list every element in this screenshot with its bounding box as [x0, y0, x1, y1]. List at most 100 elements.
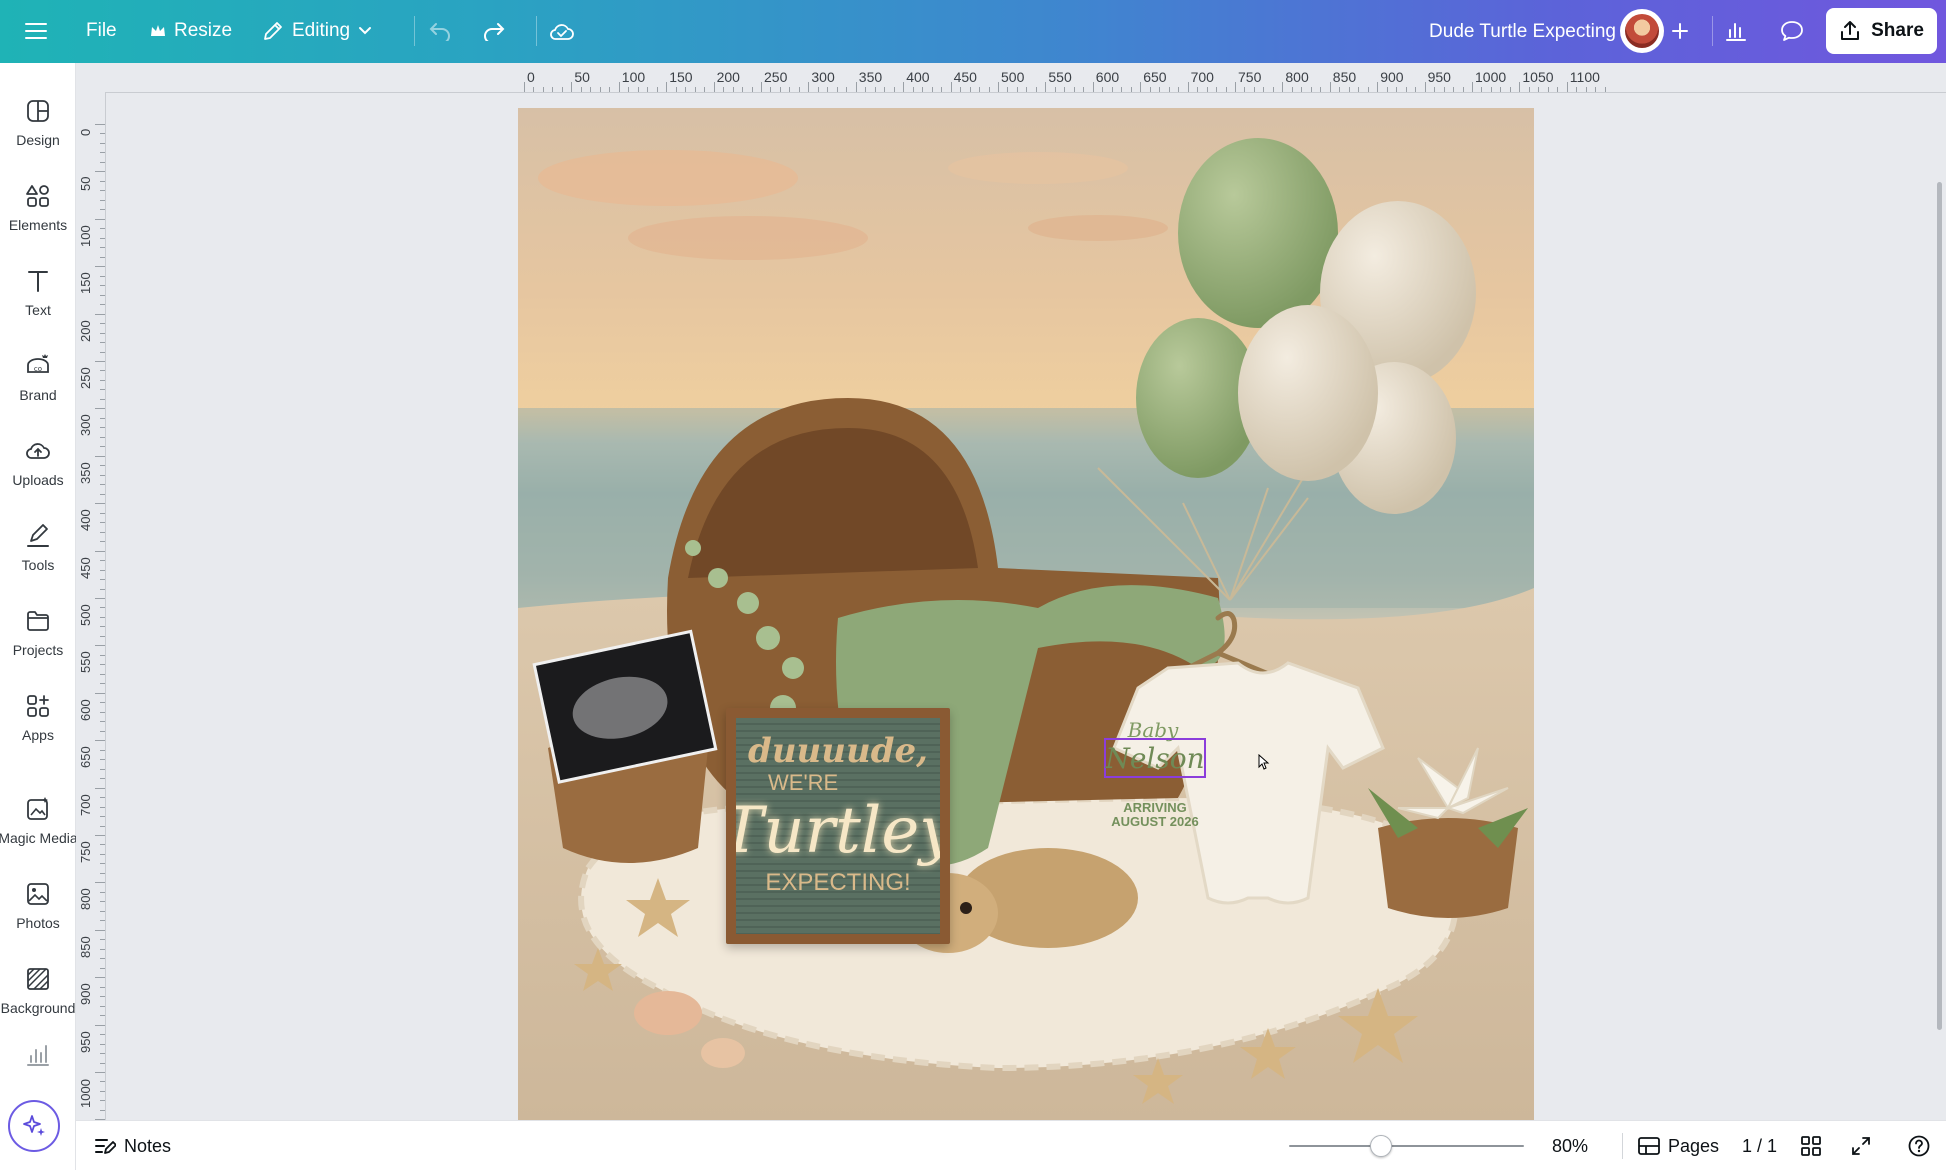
fullscreen-button[interactable] [1848, 1133, 1874, 1159]
ruler-tick [1244, 87, 1246, 92]
sidebar-item-apps[interactable]: Apps [0, 678, 76, 758]
help-button[interactable] [1906, 1133, 1932, 1159]
apps-icon [27, 695, 49, 717]
sidebar-item-uploads[interactable]: Uploads [0, 423, 76, 503]
sidebar-item-projects[interactable]: Projects [0, 593, 76, 673]
ruler-tick [100, 247, 105, 249]
left-sidebar: Design Elements Text co Brand Uploads To… [0, 63, 78, 1170]
ruler-tick [100, 910, 105, 912]
ruler-tick [95, 266, 105, 268]
ruler-label: 1050 [1522, 69, 1554, 85]
onesie-text-name-selected[interactable]: Nelson [1104, 738, 1206, 778]
sidebar-item-elements[interactable]: Elements [0, 168, 76, 248]
ruler-tick [618, 82, 620, 92]
ruler-label: 0 [527, 69, 535, 85]
ruler-tick [100, 901, 105, 903]
letterboard-line1[interactable]: duuuude, [748, 732, 928, 770]
share-button[interactable]: Share [1826, 8, 1937, 54]
ruler-tick [1585, 87, 1587, 92]
vertical-scrollbar[interactable] [1937, 182, 1942, 1030]
pencil-icon [264, 22, 282, 40]
ruler-tick [100, 1043, 105, 1045]
ruler-tick [1310, 87, 1312, 92]
page-counter[interactable]: 1 / 1 [1742, 1121, 1777, 1170]
letterboard-line3[interactable]: Turtley [736, 796, 940, 866]
zoom-percentage[interactable]: 80% [1552, 1121, 1588, 1170]
sidebar-item-charts[interactable] [0, 1033, 76, 1077]
design-page[interactable]: duuuude, WE'RE Turtley EXPECTING! Baby N… [518, 108, 1534, 1122]
invite-button[interactable] [1668, 9, 1692, 53]
onesie-text-date[interactable]: AUGUST 2026 [1088, 814, 1222, 829]
ruler-tick [1424, 82, 1426, 92]
resize-button[interactable]: Resize [138, 9, 244, 53]
sidebar-item-label: Projects [12, 642, 64, 658]
ruler-label: 850 [1332, 69, 1357, 85]
sidebar-item-tools[interactable]: Tools [0, 508, 76, 588]
ruler-label: 800 [78, 888, 93, 911]
sidebar-item-photos[interactable]: Photos [0, 866, 76, 946]
grid-view-button[interactable] [1798, 1133, 1824, 1159]
analytics-icon [1726, 23, 1746, 41]
sidebar-item-design[interactable]: Design [0, 83, 76, 163]
sidebar-item-background[interactable]: Background [0, 951, 76, 1031]
cloud-save-status[interactable] [540, 9, 584, 53]
grid-view-icon [1801, 1136, 1821, 1156]
sidebar-item-text[interactable]: Text [0, 253, 76, 333]
ruler-tick [1054, 87, 1056, 92]
insights-button[interactable] [1714, 9, 1758, 53]
ruler-label: 750 [78, 841, 93, 863]
ruler-tick [1159, 87, 1161, 92]
ruler-tick [1016, 87, 1018, 92]
ruler-tick [100, 342, 105, 344]
sidebar-item-brand[interactable]: co Brand [0, 338, 76, 418]
ruler-tick [100, 673, 105, 675]
ruler-tick [1490, 87, 1492, 92]
ruler-tick [100, 939, 105, 941]
turtle-eye [960, 902, 972, 914]
ruler-tick [1348, 87, 1350, 92]
ruler-tick [95, 1024, 105, 1026]
ruler-tick [1083, 87, 1085, 92]
ruler-tick [1500, 87, 1502, 92]
ruler-tick [628, 87, 630, 92]
comments-button[interactable] [1770, 9, 1814, 53]
ruler-tick [100, 654, 105, 656]
zoom-slider-track[interactable] [1289, 1145, 1524, 1147]
ruler-tick [100, 332, 105, 334]
ruler-tick [1102, 87, 1104, 92]
undo-button[interactable] [418, 9, 462, 53]
ruler-tick [865, 87, 867, 92]
letterboard-frame[interactable]: duuuude, WE'RE Turtley EXPECTING! [726, 708, 950, 944]
ruler-tick [100, 1081, 105, 1083]
ruler-tick [100, 256, 105, 258]
ruler-tick [770, 87, 772, 92]
avatar[interactable] [1620, 9, 1664, 53]
ruler-tick [1443, 87, 1445, 92]
zoom-slider-thumb[interactable] [1369, 1135, 1392, 1157]
letterboard-line4[interactable]: EXPECTING! [765, 866, 910, 900]
editing-mode-dropdown[interactable]: Editing [250, 9, 384, 53]
file-menu-button[interactable]: File [74, 9, 129, 53]
ruler-tick [100, 844, 105, 846]
onesie-text-arriving[interactable]: ARRIVING [1088, 800, 1222, 815]
ruler-tick [893, 87, 895, 92]
ruler-tick [100, 152, 105, 154]
letterboard-line2[interactable]: WE'RE [768, 770, 838, 796]
magic-assistant-button[interactable] [8, 1100, 60, 1152]
main-menu-button[interactable] [14, 9, 58, 53]
ruler-tick [100, 474, 105, 476]
ruler-label: 450 [953, 69, 977, 85]
redo-button[interactable] [472, 9, 516, 53]
ruler-label: 500 [78, 604, 93, 626]
notes-button[interactable]: Notes [94, 1121, 171, 1170]
horizontal-ruler: 0 50 100 150 200 250 300 350 400 450 500 550 600 650 7… [105, 63, 1946, 93]
ruler-tick [1453, 87, 1455, 92]
ruler-tick [100, 370, 105, 372]
pages-button[interactable]: Pages [1638, 1121, 1719, 1170]
document-title[interactable]: Dude Turtle Expecting [1429, 0, 1616, 63]
ruler-tick [100, 702, 105, 704]
ruler-tick [1168, 87, 1170, 92]
ruler-tick [100, 626, 105, 628]
ruler-tick [95, 740, 105, 742]
sidebar-item-magic-media[interactable]: Magic Media [0, 781, 78, 861]
